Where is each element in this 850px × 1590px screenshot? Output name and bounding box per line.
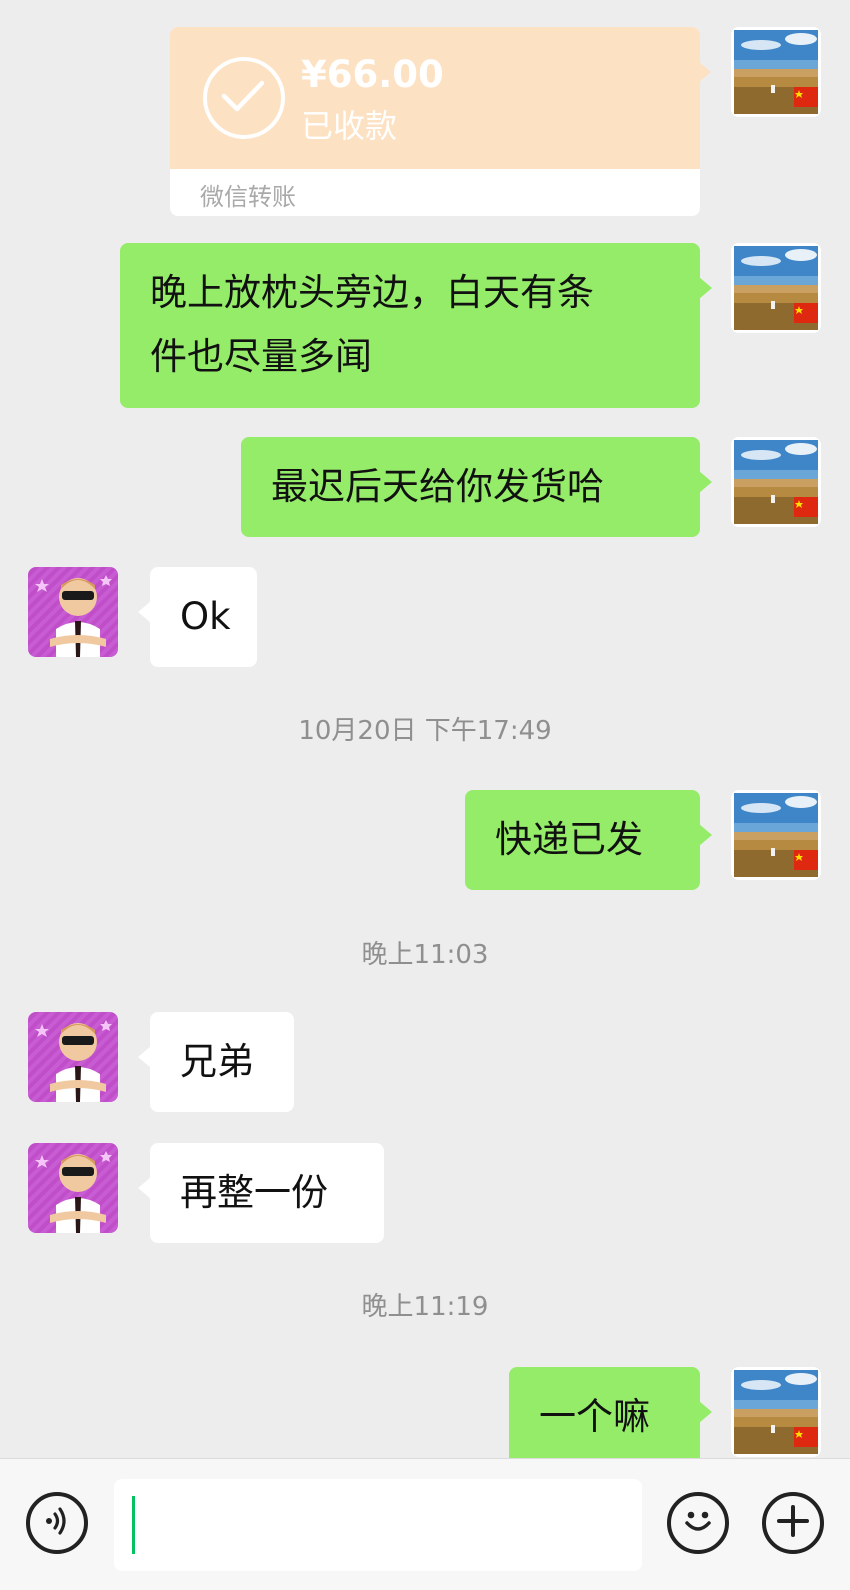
message-text: 最迟后天给你发货哈 — [271, 465, 604, 508]
my-avatar[interactable] — [731, 790, 821, 880]
my-avatar[interactable] — [731, 1367, 821, 1457]
voice-input-button[interactable] — [26, 1492, 88, 1554]
more-actions-button[interactable] — [762, 1492, 824, 1554]
message-input[interactable] — [114, 1479, 642, 1571]
message-text: 再整一份 — [180, 1171, 328, 1214]
my-message-bubble[interactable]: 快递已发 — [465, 790, 712, 890]
text-cursor — [132, 1496, 135, 1554]
message-text-line: 晚上放枕头旁边，白天有条 — [150, 271, 594, 314]
timestamp: 晚上11:19 — [361, 1292, 489, 1322]
contact-message-bubble[interactable]: 再整一份 — [138, 1143, 384, 1243]
contact-avatar[interactable] — [28, 1143, 118, 1233]
timestamp: 10月20日 下午17:49 — [298, 716, 552, 746]
message-text: 快递已发 — [495, 818, 643, 861]
my-avatar[interactable] — [731, 243, 821, 333]
chat-input-bar — [0, 1458, 850, 1590]
plus-icon — [776, 1504, 810, 1542]
my-avatar[interactable] — [731, 437, 821, 527]
my-message-bubble[interactable]: 一个嘛 — [509, 1367, 712, 1458]
transfer-card-body: ¥66.00 已收款 — [170, 27, 700, 169]
wechat-transfer-card[interactable]: ¥66.00 已收款 微信转账 — [170, 27, 700, 216]
emoji-button[interactable] — [667, 1492, 729, 1554]
contact-message-bubble[interactable]: Ok — [138, 567, 257, 667]
my-avatar[interactable] — [731, 27, 821, 117]
transfer-status: 已收款 — [301, 107, 398, 145]
timestamp: 晚上11:03 — [361, 940, 489, 970]
message-text: Ok — [180, 595, 231, 638]
checkmark-icon — [203, 57, 285, 139]
my-message-bubble[interactable]: 晚上放枕头旁边，白天有条 件也尽量多闻 — [120, 243, 712, 408]
bubble-tail — [698, 61, 711, 83]
message-text: 一个嘛 — [539, 1395, 650, 1438]
chat-area[interactable]: ¥66.00 已收款 微信转账 晚上放枕头旁边，白天有条 件也尽量多闻 最迟后天… — [0, 0, 850, 1458]
voice-icon — [41, 1505, 73, 1541]
message-text: 兄弟 — [180, 1040, 254, 1083]
transfer-amount: ¥66.00 — [301, 53, 444, 96]
contact-avatar[interactable] — [28, 567, 118, 657]
emoji-icon — [678, 1501, 718, 1545]
contact-message-bubble[interactable]: 兄弟 — [138, 1012, 294, 1112]
contact-avatar[interactable] — [28, 1012, 118, 1102]
message-text-line: 件也尽量多闻 — [150, 335, 372, 378]
my-message-bubble[interactable]: 最迟后天给你发货哈 — [241, 437, 712, 537]
transfer-footer-label: 微信转账 — [200, 183, 296, 211]
